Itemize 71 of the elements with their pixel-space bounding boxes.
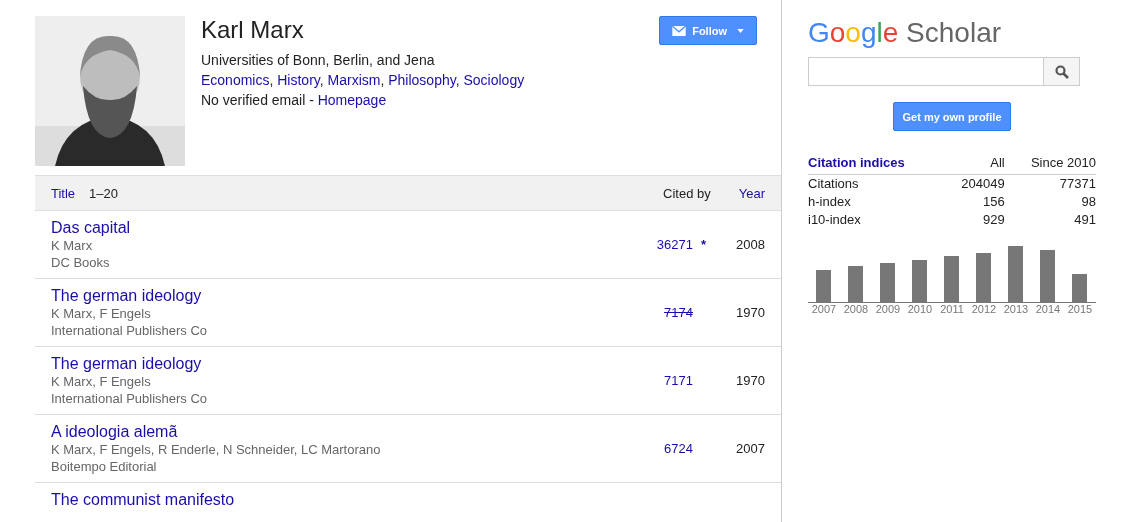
year-label: 2010 <box>906 303 934 315</box>
chart-bar <box>1072 274 1087 302</box>
chart-bar <box>976 253 991 302</box>
year-label: 2008 <box>842 303 870 315</box>
chart-bar <box>912 260 927 302</box>
citation-indices-heading: Citation indices <box>808 155 944 175</box>
year-label: 2014 <box>1034 303 1062 315</box>
year-label: 2015 <box>1066 303 1094 315</box>
mail-icon <box>672 25 687 36</box>
year-label: 2012 <box>970 303 998 315</box>
year: 1970 <box>735 373 765 388</box>
affiliation: Universities of Bonn, Berlin, and Jena <box>201 51 436 70</box>
publication-source: International Publishers Co <box>51 322 209 339</box>
search-field[interactable] <box>808 57 1044 86</box>
year: 1970 <box>735 305 765 320</box>
table-cell: 98 <box>1004 193 1096 211</box>
column-header: All <box>943 155 1005 175</box>
table-cell: 491 <box>1004 211 1096 229</box>
range-label: 1–20 <box>89 185 118 201</box>
cited-by-link[interactable]: 6724 <box>664 441 693 456</box>
year-label: 2013 <box>1002 303 1030 315</box>
table-cell: 204049 <box>943 174 1005 193</box>
authors: K Marx <box>51 237 94 254</box>
index-label: Citations <box>808 174 944 193</box>
authors: K Marx, F Engels <box>51 373 152 390</box>
year-label: 2009 <box>874 303 902 315</box>
authors: K Marx, F Engels <box>51 305 152 322</box>
separator: , <box>380 72 385 88</box>
chart-bar <box>944 256 959 302</box>
cited-by-link[interactable]: 7174 <box>664 305 693 320</box>
index-label: h-index <box>808 193 852 211</box>
homepage-link[interactable]: Homepage <box>317 92 387 108</box>
chart-bar <box>1008 246 1023 302</box>
article-title-link[interactable]: The german ideology <box>51 287 621 305</box>
separator: , <box>269 72 274 88</box>
article-title-link[interactable]: The german ideology <box>51 355 621 373</box>
profile-name: Karl Marx <box>201 16 304 44</box>
article-title-link[interactable]: The communist manifesto <box>51 491 675 509</box>
search-button[interactable] <box>1044 57 1080 86</box>
publication-source: DC Books <box>51 254 111 271</box>
cited-by-link[interactable]: 36271 <box>656 237 693 252</box>
table-cell: 77371 <box>1004 174 1096 193</box>
chart-bar <box>880 263 895 302</box>
year-label: 2011 <box>939 303 965 315</box>
chart-bar <box>816 270 831 302</box>
cited-by-header: Cited by <box>663 185 711 201</box>
article-title-link[interactable]: Das capital <box>51 219 621 237</box>
table-cell-text: 929 <box>982 211 1005 229</box>
table-cell-text: 156 <box>982 193 1005 211</box>
year: 2007 <box>735 441 765 456</box>
title-sort-link[interactable]: Title <box>51 185 76 201</box>
year-label: 2007 <box>810 303 838 315</box>
chart-bar <box>848 266 863 302</box>
merged-mark: * <box>701 237 708 252</box>
column-header: Since 2010 <box>1004 155 1096 175</box>
year: 2008 <box>735 237 765 252</box>
publication-source: International Publishers Co <box>51 390 209 407</box>
publication-source: Boitempo Editorial <box>51 458 158 475</box>
email-note: No verified email - <box>201 92 315 108</box>
caret-icon <box>737 28 744 33</box>
google-scholar-logo: Google Scholar <box>808 17 1003 49</box>
interest-link[interactable]: Sociology <box>463 72 525 88</box>
article-title-link[interactable]: A ideologia alemã <box>51 423 621 441</box>
year-sort-link[interactable]: Year <box>738 185 765 201</box>
interest-link[interactable]: Philosophy <box>388 72 456 88</box>
search-icon <box>1054 64 1069 79</box>
interest-link[interactable]: History <box>277 72 320 88</box>
authors: K Marx, F Engels, R Enderle, N Schneider, LC Martorano <box>51 441 382 458</box>
index-label: i10-index <box>808 211 862 229</box>
cited-by-link[interactable]: 7171 <box>664 373 693 388</box>
chart-bar <box>1040 250 1055 302</box>
